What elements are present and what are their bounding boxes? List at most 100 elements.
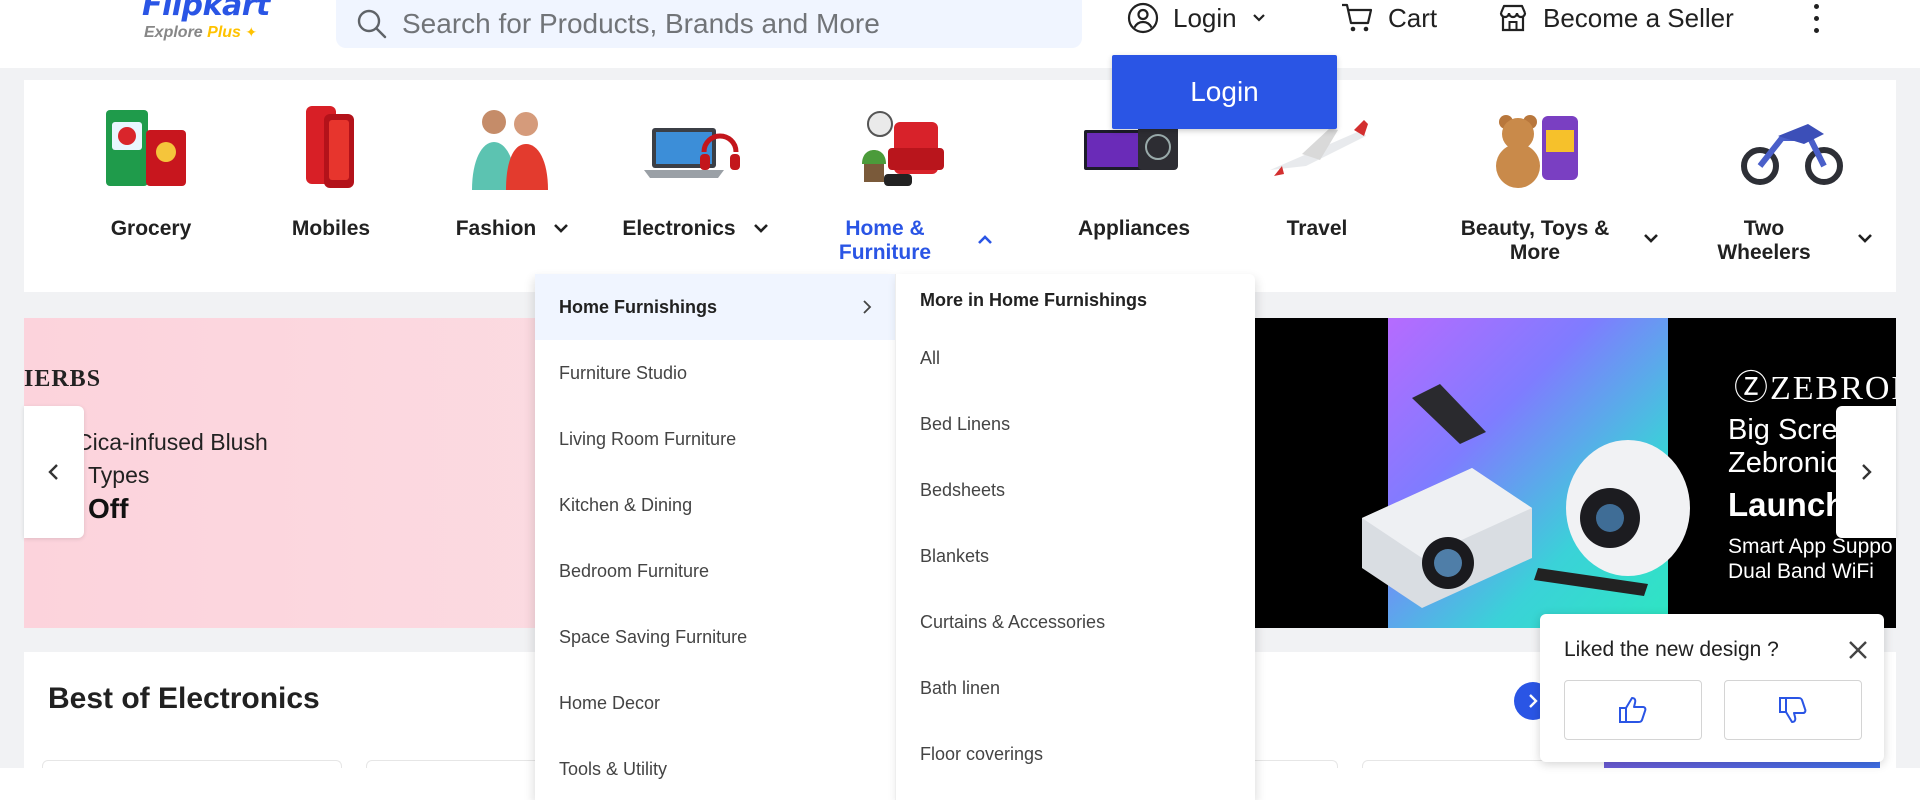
menu-item-home-furnishings[interactable]: Home Furnishings bbox=[535, 274, 895, 340]
banner-promo-line1: Cica-infused Blush bbox=[76, 429, 268, 455]
category-beauty-toys[interactable]: Beauty, Toys & More bbox=[1420, 80, 1660, 292]
category-fashion[interactable]: Fashion bbox=[436, 80, 586, 292]
chevron-left-icon bbox=[48, 464, 58, 480]
store-icon bbox=[1499, 4, 1527, 32]
menu-item-label: Home Furnishings bbox=[559, 296, 718, 317]
submenu-item-bath-linen[interactable]: Bath linen bbox=[920, 678, 1000, 699]
cart-button[interactable]: Cart bbox=[1340, 0, 1437, 38]
category-label-line1: Beauty, Toys & bbox=[1460, 217, 1610, 240]
zebronics-brand: ZEBRON bbox=[1770, 370, 1896, 407]
mobile-phone-image-icon bbox=[306, 106, 354, 188]
chevron-down-icon bbox=[754, 224, 768, 233]
category-mobiles[interactable]: Mobiles bbox=[256, 80, 406, 292]
category-label: Home & Furniture bbox=[820, 217, 950, 265]
carousel-prev-button[interactable] bbox=[24, 406, 84, 538]
category-home-furniture[interactable]: Home & Furniture bbox=[820, 80, 1020, 292]
category-label-line1: Home & bbox=[845, 217, 925, 240]
logo-brand: Flipkart bbox=[142, 0, 270, 23]
chevron-right-icon bbox=[863, 300, 872, 314]
seller-label: Become a Seller bbox=[1543, 2, 1734, 33]
category-label: Beauty, Toys & More bbox=[1420, 217, 1650, 265]
category-label: Grocery bbox=[110, 217, 192, 240]
become-seller-button[interactable]: Become a Seller bbox=[1497, 0, 1734, 38]
carousel-next-button[interactable] bbox=[1836, 406, 1896, 538]
search-bar[interactable]: Search for Products, Brands and More bbox=[336, 0, 1082, 48]
banner-headline: Big Scre Zebronic bbox=[1728, 414, 1841, 480]
plus-star-icon: ✦ bbox=[245, 24, 258, 40]
menu-item-label: Tools & Utility bbox=[559, 758, 668, 779]
banner-offer: Off bbox=[88, 493, 129, 524]
logo-sub-plus: Plus bbox=[207, 24, 241, 41]
search-input[interactable]: Search for Products, Brands and More bbox=[402, 8, 880, 40]
category-label: Appliances bbox=[1077, 217, 1191, 240]
menu-item-living-room-furniture[interactable]: Living Room Furniture bbox=[535, 406, 895, 472]
top-header: Flipkart Explore Plus ✦ Search for Produ… bbox=[0, 0, 1920, 68]
chevron-down-icon bbox=[554, 224, 568, 233]
menu-item-label: Space Saving Furniture bbox=[559, 626, 748, 647]
chevron-down-icon bbox=[1858, 234, 1872, 243]
banner-headline-line1: Big Scre bbox=[1728, 414, 1838, 446]
projector-image-icon bbox=[1362, 384, 1690, 608]
category-label: Electronics bbox=[622, 217, 736, 240]
cart-icon bbox=[1342, 3, 1373, 32]
category-label-line1: Two bbox=[1743, 217, 1785, 240]
category-label: Two Wheelers bbox=[1714, 217, 1814, 265]
subcategory-list: Home Furnishings Furniture Studio Living… bbox=[535, 274, 895, 800]
banner-feature-2: Dual Band WiFi bbox=[1728, 560, 1874, 583]
flipkart-logo[interactable]: Flipkart Explore Plus ✦ bbox=[142, 0, 292, 48]
home-furniture-mega-menu: Home Furnishings Furniture Studio Living… bbox=[535, 274, 1255, 800]
chevron-up-icon bbox=[978, 235, 992, 244]
category-label-line2: Furniture bbox=[838, 241, 932, 264]
zebronics-z-icon: Ⓩ bbox=[1734, 370, 1770, 407]
subcategory-detail-panel: More in Home Furnishings All Bed Linens … bbox=[895, 274, 1255, 800]
submenu-item-bedsheets[interactable]: Bedsheets bbox=[920, 480, 1005, 501]
chevron-right-icon bbox=[1862, 464, 1872, 480]
more-options-icon[interactable] bbox=[1806, 0, 1826, 36]
submenu-item-curtains-accessories[interactable]: Curtains & Accessories bbox=[920, 612, 1105, 633]
login-label: Login bbox=[1173, 2, 1237, 33]
category-label: Travel bbox=[1286, 217, 1348, 240]
submenu-item-all[interactable]: All bbox=[920, 348, 940, 369]
feedback-title: Liked the new design ? bbox=[1564, 638, 1779, 661]
banner-feature-1: Smart App Suppo bbox=[1728, 535, 1893, 558]
category-label-line2: More bbox=[1509, 241, 1561, 264]
close-icon[interactable] bbox=[1846, 638, 1870, 662]
menu-item-tools-utility[interactable]: Tools & Utility bbox=[535, 736, 895, 800]
menu-item-label: Bedroom Furniture bbox=[559, 560, 710, 581]
menu-item-kitchen-dining[interactable]: Kitchen & Dining bbox=[535, 472, 895, 538]
armchair-image-icon bbox=[862, 111, 944, 186]
thumbs-up-button[interactable] bbox=[1564, 680, 1702, 740]
submenu-heading: More in Home Furnishings bbox=[920, 290, 1148, 310]
menu-item-furniture-studio[interactable]: Furniture Studio bbox=[535, 340, 895, 406]
login-menu-button[interactable]: Login bbox=[1127, 0, 1267, 38]
submenu-item-bed-linens[interactable]: Bed Linens bbox=[920, 414, 1010, 435]
banner-promo-line2: Types bbox=[88, 462, 150, 488]
logo-sub-prefix: Explore bbox=[144, 24, 203, 41]
banner-promo-text: Cica-infused Blush Types bbox=[76, 426, 268, 492]
menu-item-home-decor[interactable]: Home Decor bbox=[535, 670, 895, 736]
teddy-toys-image-icon bbox=[1496, 115, 1578, 188]
submenu-item-blankets[interactable]: Blankets bbox=[920, 546, 989, 567]
user-circle-icon bbox=[1127, 2, 1159, 34]
category-electronics[interactable]: Electronics bbox=[604, 80, 784, 292]
category-label: Fashion bbox=[455, 217, 537, 240]
cart-label: Cart bbox=[1388, 2, 1438, 33]
category-two-wheelers[interactable]: Two Wheelers bbox=[1714, 80, 1874, 292]
banner-launch-text: Launch bbox=[1728, 486, 1846, 523]
banner-slide-zebronics[interactable]: ⓏZEBRON Big Scre Zebronic Launch Smart A… bbox=[1254, 318, 1896, 628]
category-grocery[interactable]: Grocery bbox=[74, 80, 228, 292]
banner-brand: IERBS bbox=[24, 366, 102, 392]
category-strip: Grocery Mobiles Fashion Electronics Home… bbox=[24, 80, 1896, 292]
thumbs-down-button[interactable] bbox=[1724, 680, 1862, 740]
menu-item-label: Furniture Studio bbox=[559, 362, 688, 383]
menu-item-bedroom-furniture[interactable]: Bedroom Furniture bbox=[535, 538, 895, 604]
logo-subtitle: Explore Plus ✦ bbox=[144, 24, 257, 42]
menu-item-label: Living Room Furniture bbox=[559, 428, 737, 449]
menu-item-space-saving-furniture[interactable]: Space Saving Furniture bbox=[535, 604, 895, 670]
login-popup-button[interactable]: Login bbox=[1112, 55, 1337, 129]
menu-item-label: Kitchen & Dining bbox=[559, 494, 693, 515]
zebronics-logo: ⓏZEBRON bbox=[1734, 360, 1896, 409]
fashion-models-image-icon bbox=[472, 110, 548, 190]
submenu-item-floor-coverings[interactable]: Floor coverings bbox=[920, 744, 1043, 765]
section-title: Best of Electronics bbox=[48, 682, 320, 715]
